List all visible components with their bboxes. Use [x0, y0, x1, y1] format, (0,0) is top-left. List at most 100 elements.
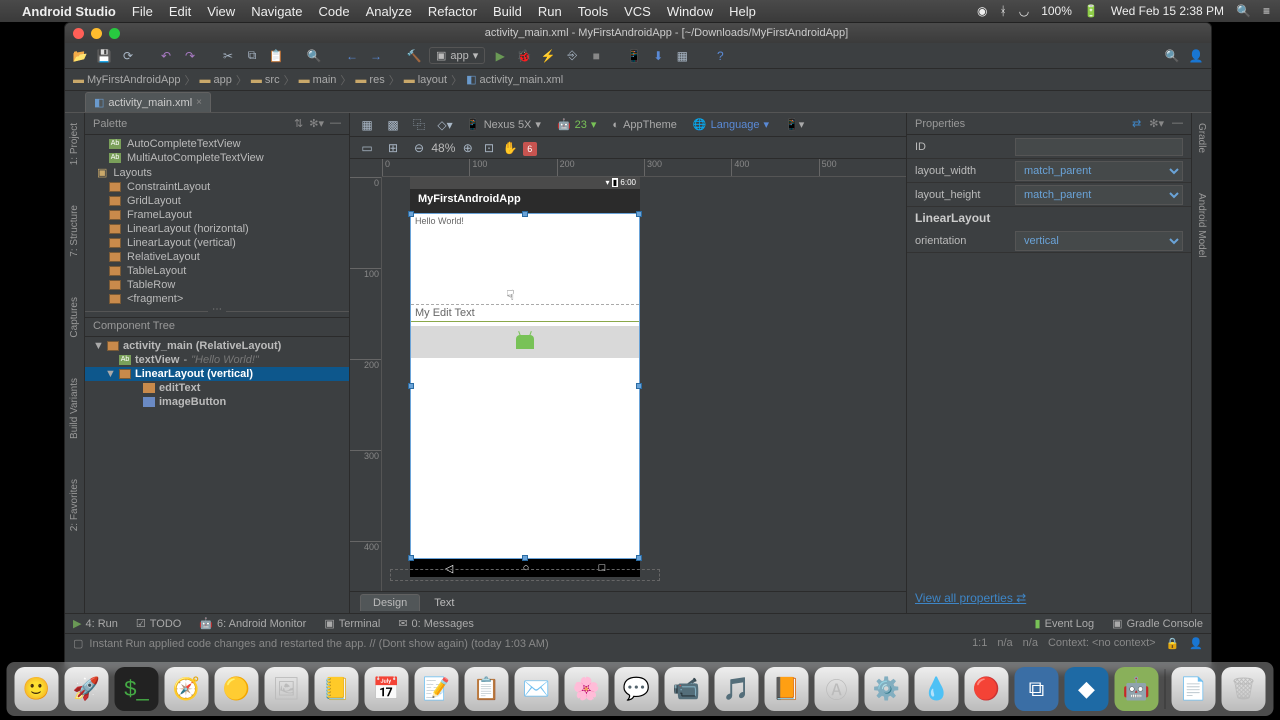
dock-messages[interactable]: 💬	[615, 667, 659, 711]
bottom-run[interactable]: ▶4: Run	[73, 617, 118, 630]
orientation-icon[interactable]: ◇▾	[436, 116, 454, 134]
layout-inspector-icon[interactable]: ▦	[673, 47, 691, 65]
apply-changes-icon[interactable]: ⚡	[539, 47, 557, 65]
dock-finder[interactable]: 🙂	[15, 667, 59, 711]
dock-downloads[interactable]: 📄	[1172, 667, 1216, 711]
design-canvas[interactable]: 0100200300400500 0100200300400 ▾ ▮ 6:00 …	[350, 159, 906, 591]
palette-item[interactable]: AbMultiAutoCompleteTextView	[85, 151, 349, 165]
zoom-window-button[interactable]	[109, 28, 120, 39]
palette-item[interactable]: AbAutoCompleteTextView	[85, 137, 349, 151]
preview-screen[interactable]: Hello World! My Edit Text	[410, 213, 640, 559]
dock-ibooks[interactable]: 📙	[765, 667, 809, 711]
copy-icon[interactable]: ⧉	[243, 47, 261, 65]
bottom-gradle-console[interactable]: ▣Gradle Console	[1112, 617, 1203, 630]
forward-icon[interactable]: →	[367, 47, 385, 65]
dock-trash[interactable]: 🗑	[1222, 667, 1266, 711]
notifications-icon[interactable]: ≡	[1263, 4, 1270, 18]
tree-imagebutton[interactable]: imageButton	[85, 395, 349, 409]
side-favorites[interactable]: 2: Favorites	[69, 479, 80, 531]
stop-icon[interactable]: ■	[587, 47, 605, 65]
dock-contacts[interactable]: 📒	[315, 667, 359, 711]
resize-handle[interactable]	[636, 555, 642, 561]
make-icon[interactable]: 🔨	[405, 47, 423, 65]
tree-linearlayout[interactable]: ▼LinearLayout (vertical)	[85, 367, 349, 381]
bluetooth-icon[interactable]: ᚼ	[1000, 4, 1007, 18]
pan-icon[interactable]: ✋	[501, 139, 519, 157]
window-titlebar[interactable]: activity_main.xml - MyFirstAndroidApp - …	[65, 23, 1211, 43]
side-structure[interactable]: 7: Structure	[69, 205, 80, 257]
tab-design[interactable]: Design	[360, 594, 420, 611]
resize-handle[interactable]	[408, 555, 414, 561]
dock-settings[interactable]: ⚙️	[865, 667, 909, 711]
dock-safari[interactable]: 🧭	[165, 667, 209, 711]
crumb-app[interactable]: ▬app	[200, 74, 232, 86]
resize-handle[interactable]	[522, 555, 528, 561]
palette-item[interactable]: FrameLayout	[85, 208, 349, 222]
resize-handle[interactable]	[636, 211, 642, 217]
wifi-icon[interactable]: ◡	[1019, 4, 1029, 18]
menu-run[interactable]: Run	[538, 4, 562, 19]
zoom-fit-icon[interactable]: ⊡	[480, 139, 498, 157]
tab-text[interactable]: Text	[422, 595, 466, 611]
tree-textview[interactable]: AbtextView - "Hello World!"	[85, 353, 349, 367]
side-gradle[interactable]: Gradle	[1196, 123, 1207, 153]
menu-view[interactable]: View	[207, 4, 235, 19]
palette-gear-icon[interactable]: ✻▾	[309, 117, 324, 130]
view-all-properties-link[interactable]: View all properties ⇄	[907, 583, 1191, 613]
palette-group-layouts[interactable]: ▣Layouts	[85, 165, 349, 180]
bottom-event-log[interactable]: ▮Event Log	[1035, 617, 1095, 630]
select-tool-icon[interactable]: ▭	[358, 139, 376, 157]
side-project[interactable]: 1: Project	[69, 123, 80, 165]
palette-item[interactable]: TableLayout	[85, 264, 349, 278]
dock-itunes[interactable]: 🎵	[715, 667, 759, 711]
open-icon[interactable]: 📂	[71, 47, 89, 65]
run-config-select[interactable]: ▣ app ▾	[429, 47, 485, 64]
side-build-variants[interactable]: Build Variants	[69, 378, 80, 439]
battery-icon[interactable]: 🔋	[1084, 4, 1099, 18]
redo-icon[interactable]: ↷	[181, 47, 199, 65]
app-name[interactable]: Android Studio	[22, 4, 116, 19]
palette-item[interactable]: LinearLayout (horizontal)	[85, 222, 349, 236]
close-tab-icon[interactable]: ×	[196, 97, 202, 108]
side-captures[interactable]: Captures	[69, 297, 80, 338]
menu-navigate[interactable]: Navigate	[251, 4, 302, 19]
zoom-in-icon[interactable]: ⊕	[459, 139, 477, 157]
palette-hide-icon[interactable]: —	[330, 117, 341, 130]
back-icon[interactable]: ←	[343, 47, 361, 65]
tab-activity-main[interactable]: ◧ activity_main.xml ×	[85, 92, 211, 112]
menu-tools[interactable]: Tools	[578, 4, 608, 19]
spotlight-icon[interactable]: 🔍	[1236, 4, 1251, 18]
menu-refactor[interactable]: Refactor	[428, 4, 477, 19]
attach-debugger-icon[interactable]: ⎆	[563, 47, 581, 65]
dock-calendar[interactable]: 📅	[365, 667, 409, 711]
language-select[interactable]: 🌐Language▾	[689, 117, 773, 132]
device-select[interactable]: 📱Nexus 5X▾	[462, 117, 545, 132]
find-icon[interactable]: 🔍	[305, 47, 323, 65]
debug-icon[interactable]: 🐞	[515, 47, 533, 65]
warnings-badge[interactable]: 6	[523, 142, 537, 156]
menu-window[interactable]: Window	[667, 4, 713, 19]
menu-build[interactable]: Build	[493, 4, 522, 19]
variant-select[interactable]: 📱▾	[781, 117, 808, 132]
resize-handle[interactable]	[636, 383, 642, 389]
sync-icon[interactable]: ⟳	[119, 47, 137, 65]
both-mode-icon[interactable]: ⿻	[410, 116, 428, 134]
design-mode-icon[interactable]: ▦	[358, 116, 376, 134]
search-everywhere-icon[interactable]: 🔍	[1163, 47, 1181, 65]
props-swap-icon[interactable]: ⇄	[1132, 117, 1141, 130]
sdk-manager-icon[interactable]: ⬇	[649, 47, 667, 65]
dock-chrome[interactable]: 🟡	[215, 667, 259, 711]
prop-width-select[interactable]: match_parent	[1015, 161, 1183, 181]
tree-root[interactable]: ▼activity_main (RelativeLayout)	[85, 339, 349, 353]
props-hide-icon[interactable]: —	[1172, 117, 1183, 130]
bottom-terminal[interactable]: ▣Terminal	[324, 617, 380, 630]
component-tree[interactable]: ▼activity_main (RelativeLayout) AbtextVi…	[85, 337, 349, 411]
resize-handle[interactable]	[522, 211, 528, 217]
dock-launchpad[interactable]: 🚀	[65, 667, 109, 711]
undo-icon[interactable]: ↶	[157, 47, 175, 65]
dock-vscode[interactable]: ⧉	[1015, 667, 1059, 711]
dock-app1[interactable]: 💧	[915, 667, 959, 711]
preview-imagebutton[interactable]	[411, 326, 639, 358]
prop-id-input[interactable]	[1015, 138, 1183, 156]
status-lock-icon[interactable]: 🔒	[1166, 637, 1180, 650]
